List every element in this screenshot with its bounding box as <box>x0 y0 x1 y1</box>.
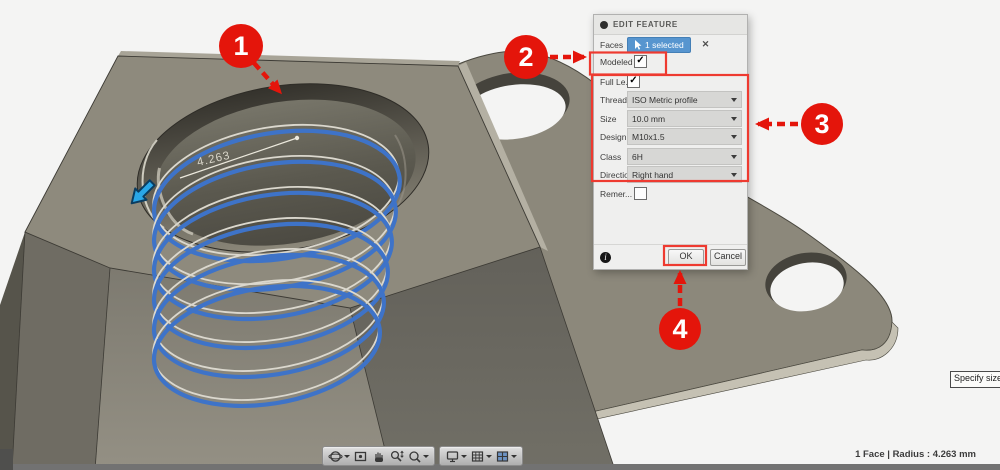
ok-button[interactable]: OK <box>668 249 704 266</box>
feature-icon <box>600 20 608 29</box>
clear-selection-button[interactable]: ✕ <box>702 39 710 50</box>
application-window: 4.263 EDIT FEATURE Faces 1 selected ✕ Mo… <box>0 0 1000 470</box>
direction-select[interactable]: Right hand <box>627 166 742 183</box>
faces-label: Faces <box>600 39 624 50</box>
thread-type-label: Thread... <box>600 94 627 105</box>
size-select[interactable]: 10.0 mm <box>627 110 742 127</box>
orbit-icon <box>328 450 343 462</box>
chevron-down-icon <box>731 172 737 177</box>
zoom-button[interactable] <box>388 448 405 464</box>
zoom-window-icon <box>409 450 421 463</box>
edit-feature-dialog: EDIT FEATURE Faces 1 selected ✕ Modeled … <box>593 14 748 270</box>
direction-label: Directio... <box>600 169 627 180</box>
designation-row: Design... M10x1.5 <box>600 128 742 145</box>
chevron-down-icon <box>511 454 517 458</box>
chevron-down-icon <box>731 97 737 102</box>
remember-row: Remer... <box>600 187 742 200</box>
full-length-checkbox[interactable]: ✓ <box>627 75 640 88</box>
navigation-group <box>322 446 435 466</box>
direction-row: Directio... Right hand <box>600 166 742 183</box>
look-at-icon <box>354 451 367 461</box>
hint-tooltip: Specify size, c <box>950 371 1000 388</box>
pan-button[interactable] <box>370 448 387 464</box>
navigation-toolbar <box>322 446 523 466</box>
class-select[interactable]: 6H <box>627 148 742 165</box>
faces-row: Faces 1 selected ✕ <box>600 36 742 53</box>
viewports-button[interactable] <box>494 448 518 464</box>
chevron-down-icon <box>461 454 467 458</box>
look-at-button[interactable] <box>352 448 369 464</box>
display-settings-button[interactable] <box>444 448 468 464</box>
modeled-row: Modeled ✓ <box>600 53 742 70</box>
fit-button[interactable] <box>406 448 430 464</box>
orbit-button[interactable] <box>327 448 351 464</box>
designation-select[interactable]: M10x1.5 <box>627 128 742 145</box>
thread-type-select[interactable]: ISO Metric profile <box>627 91 742 108</box>
class-row: Class 6H <box>600 148 742 165</box>
display-group <box>439 446 523 466</box>
viewports-icon <box>496 450 509 462</box>
remember-checkbox[interactable] <box>634 187 647 200</box>
remember-label: Remer... <box>600 188 633 199</box>
size-label: Size <box>600 113 617 124</box>
chevron-down-icon <box>731 116 737 121</box>
info-icon[interactable]: i <box>600 252 611 263</box>
dialog-title: EDIT FEATURE <box>613 20 678 29</box>
chevron-down-icon <box>344 454 350 458</box>
corner-chip <box>0 449 13 470</box>
grid-icon <box>471 450 484 462</box>
full-length-label: Full Le... <box>600 76 627 87</box>
cancel-button[interactable]: Cancel <box>710 249 746 266</box>
size-row: Size 10.0 mm <box>600 110 742 127</box>
viewport-canvas[interactable]: 4.263 <box>0 0 1000 470</box>
designation-label: Design... <box>600 131 627 142</box>
class-label: Class <box>600 151 622 162</box>
modeled-label: Modeled <box>600 56 633 67</box>
full-length-row: Full Le... ✓ <box>600 73 742 90</box>
chevron-down-icon <box>731 134 737 139</box>
pan-hand-icon <box>375 452 383 462</box>
modeled-checkbox[interactable]: ✓ <box>634 55 647 68</box>
thread-type-row: Thread... ISO Metric profile <box>600 91 742 108</box>
display-settings-icon <box>446 450 459 462</box>
zoom-icon <box>390 450 404 462</box>
grid-layout-button[interactable] <box>469 448 493 464</box>
chevron-down-icon <box>486 454 492 458</box>
faces-selection-chip[interactable]: 1 selected <box>627 36 691 53</box>
selection-status: 1 Face | Radius : 4.263 mm <box>855 449 976 460</box>
dialog-header[interactable]: EDIT FEATURE <box>594 15 747 35</box>
chevron-down-icon <box>423 454 429 458</box>
cursor-icon <box>635 39 642 50</box>
footer-divider <box>594 244 747 245</box>
chevron-down-icon <box>731 154 737 159</box>
